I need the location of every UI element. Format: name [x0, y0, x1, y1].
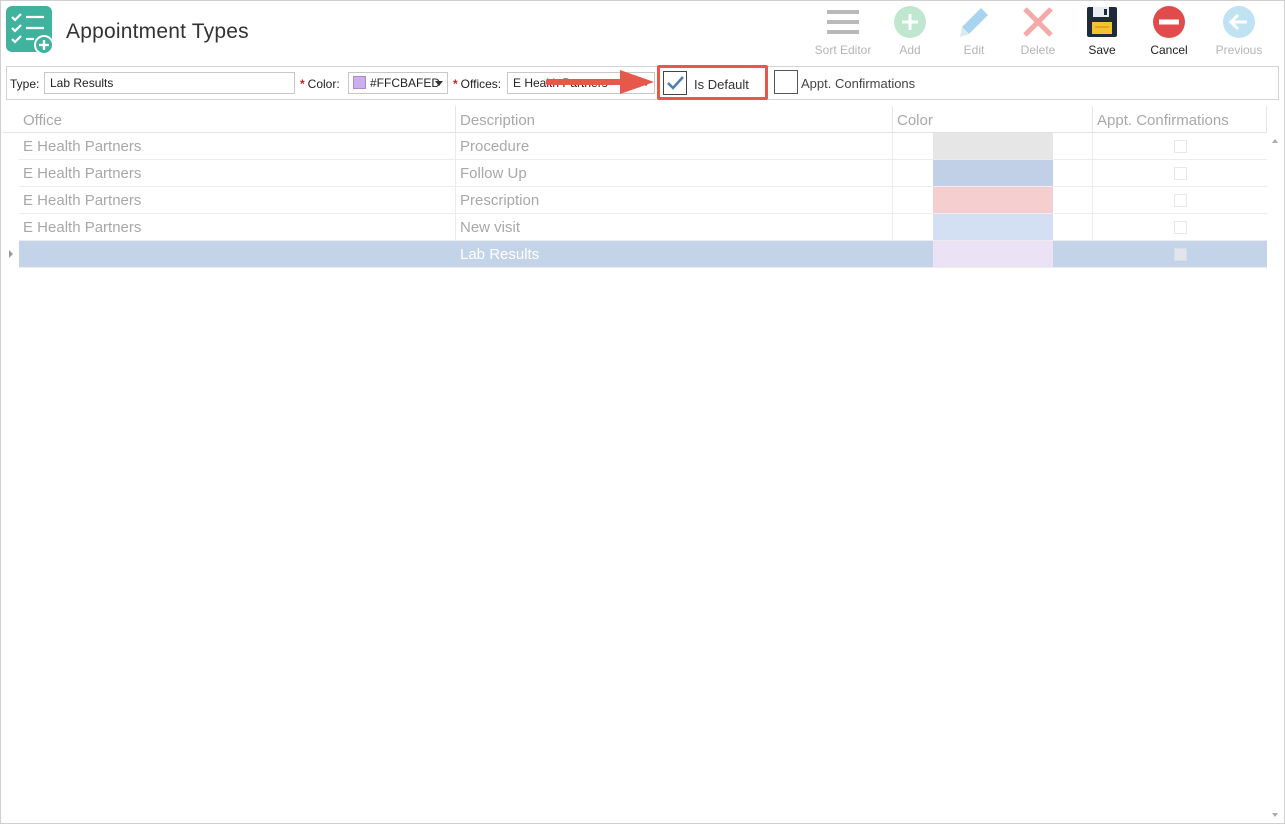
hamburger-icon	[827, 10, 859, 34]
is-default-checkbox[interactable]	[663, 71, 687, 95]
color-swatch	[933, 160, 1053, 186]
type-input[interactable]: Lab Results	[44, 72, 295, 94]
description-cell: New visit	[456, 214, 893, 241]
type-label: Type:	[10, 77, 40, 91]
add-button[interactable]: Add	[878, 4, 942, 62]
appointment-types-window: Appointment Types Sort Editor Add Edit D…	[0, 0, 1285, 824]
scroll-up-icon[interactable]	[1272, 139, 1278, 143]
x-icon	[1023, 7, 1053, 37]
edit-label: Edit	[963, 43, 985, 57]
edit-button[interactable]: Edit	[942, 4, 1006, 62]
color-swatch	[933, 241, 1053, 267]
annotation-arrow-icon	[546, 70, 654, 94]
appt-confirmations-cell-checkbox[interactable]	[1174, 194, 1187, 207]
offices-label: Offices:	[460, 77, 502, 91]
color-swatch	[933, 133, 1053, 159]
save-label: Save	[1088, 43, 1116, 57]
checkmark-icon	[667, 76, 684, 90]
grid-header: Office Description Color Appt. Confirmat…	[3, 106, 1267, 133]
color-swatch	[933, 187, 1053, 213]
color-swatch	[353, 76, 366, 89]
color-value: #FFCBAFED	[370, 76, 441, 90]
sort-editor-button[interactable]: Sort Editor	[808, 4, 878, 62]
checklist-add-icon	[6, 6, 54, 54]
no-entry-icon	[1153, 6, 1185, 38]
table-row[interactable]: E Health Partners Follow Up	[19, 160, 1267, 187]
table-row[interactable]: E Health Partners Prescription	[19, 187, 1267, 214]
offices-label-group: * Offices:	[453, 77, 501, 91]
table-row-selected[interactable]: Lab Results	[19, 241, 1267, 268]
floppy-disk-icon	[1087, 7, 1117, 37]
current-row-indicator-icon	[9, 250, 13, 258]
appt-confirmations-cell-checkbox[interactable]	[1174, 248, 1187, 261]
appt-confirmations-label: Appt. Confirmations	[801, 76, 916, 91]
appt-confirmations-cell-checkbox[interactable]	[1174, 140, 1187, 153]
table-row[interactable]: E Health Partners Procedure	[19, 133, 1267, 160]
description-cell: Prescription	[456, 187, 893, 214]
plus-circle-icon	[894, 6, 926, 38]
column-header-office[interactable]: Office	[19, 106, 456, 133]
back-arrow-icon	[1223, 6, 1255, 38]
sort-editor-label: Sort Editor	[814, 43, 872, 57]
delete-button[interactable]: Delete	[1006, 4, 1070, 62]
column-header-appt-confirmations[interactable]: Appt. Confirmations	[1093, 106, 1267, 133]
add-label: Add	[899, 43, 921, 57]
column-header-color[interactable]: Color	[893, 106, 1093, 133]
office-cell	[19, 241, 456, 268]
toolbar: Sort Editor Add Edit Delete Save Cancel …	[808, 4, 1274, 62]
save-button[interactable]: Save	[1070, 4, 1134, 62]
appt-confirmations-checkbox[interactable]	[774, 70, 798, 94]
delete-label: Delete	[1020, 43, 1056, 57]
office-cell: E Health Partners	[19, 187, 456, 214]
color-label-group: * Color:	[300, 77, 340, 91]
color-dropdown[interactable]: #FFCBAFED	[348, 72, 448, 94]
color-swatch	[933, 214, 1053, 240]
description-cell: Lab Results	[460, 246, 540, 263]
color-label: Color:	[307, 77, 340, 91]
description-cell: Procedure	[456, 133, 893, 160]
page-title: Appointment Types	[66, 20, 249, 43]
table-row[interactable]: E Health Partners New visit	[19, 214, 1267, 241]
required-mark: *	[300, 77, 305, 91]
previous-button[interactable]: Previous	[1204, 4, 1274, 62]
appt-confirmations-cell-checkbox[interactable]	[1174, 167, 1187, 180]
column-header-description[interactable]: Description	[456, 106, 893, 133]
appointment-types-grid: Office Description Color Appt. Confirmat…	[3, 106, 1282, 823]
office-cell: E Health Partners	[19, 160, 456, 187]
scroll-down-icon[interactable]	[1272, 813, 1278, 817]
office-cell: E Health Partners	[19, 214, 456, 241]
cancel-label: Cancel	[1150, 43, 1188, 57]
is-default-label: Is Default	[694, 77, 749, 92]
chevron-down-icon	[435, 81, 443, 86]
description-cell: Follow Up	[456, 160, 893, 187]
pencil-icon	[960, 8, 988, 37]
previous-label: Previous	[1215, 43, 1263, 57]
required-mark: *	[453, 77, 458, 91]
cancel-button[interactable]: Cancel	[1134, 4, 1204, 62]
appt-confirmations-cell-checkbox[interactable]	[1174, 221, 1187, 234]
office-cell: E Health Partners	[19, 133, 456, 160]
